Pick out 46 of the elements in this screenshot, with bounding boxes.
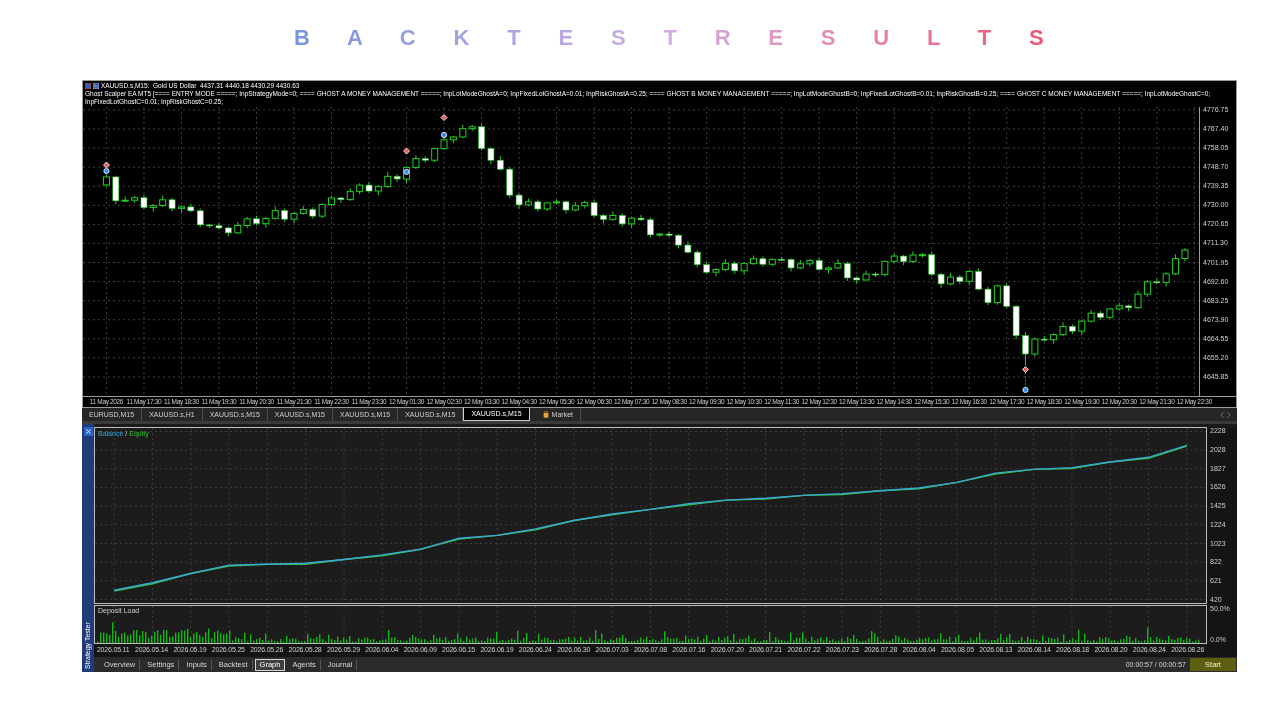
candlestick xyxy=(1069,323,1076,335)
candlestick xyxy=(937,272,945,289)
candlestick xyxy=(675,233,682,250)
dashed-trade-line xyxy=(1025,372,1026,388)
diamond-marker-icon xyxy=(440,114,448,121)
candlestick xyxy=(928,251,935,277)
candlestick xyxy=(487,146,495,165)
circle-marker-icon xyxy=(441,131,448,138)
candlestick xyxy=(281,208,288,223)
candlestick xyxy=(853,275,860,285)
candlestick xyxy=(844,261,851,282)
diamond-marker-icon xyxy=(403,147,410,155)
close-button[interactable] xyxy=(83,427,93,436)
shopping-bag-icon xyxy=(542,411,549,418)
candlestick xyxy=(975,267,982,291)
candlestick xyxy=(497,155,504,172)
candlestick xyxy=(1022,331,1029,366)
candlestick xyxy=(600,213,607,224)
candlestick xyxy=(703,261,710,275)
chevron-right-icon[interactable] xyxy=(1227,411,1231,418)
candlestick xyxy=(1097,310,1104,321)
candlestick xyxy=(422,155,429,164)
chart-icon xyxy=(93,83,99,89)
candlestick xyxy=(215,222,223,231)
candlestick xyxy=(506,166,513,199)
candlestick xyxy=(900,254,907,266)
circle-marker-icon xyxy=(403,168,410,175)
candlestick xyxy=(206,223,213,229)
candlestick xyxy=(947,272,954,286)
candlestick xyxy=(778,256,785,262)
diamond-marker-icon xyxy=(1022,366,1029,373)
circle-marker-icon xyxy=(1022,386,1029,393)
candlestick xyxy=(1125,304,1132,312)
candlestick xyxy=(862,270,870,282)
candlestick xyxy=(328,195,335,207)
candlestick xyxy=(872,271,879,278)
chevron-left-icon[interactable] xyxy=(1220,411,1224,418)
diamond-marker-icon xyxy=(103,161,110,169)
candlestick xyxy=(478,123,485,151)
candlestick xyxy=(253,215,260,226)
window-icon xyxy=(85,83,91,89)
candlestick xyxy=(102,174,110,188)
candlestick xyxy=(647,217,654,238)
candlestick xyxy=(225,226,232,237)
close-icon xyxy=(85,429,91,434)
circle-marker-icon xyxy=(103,168,110,175)
